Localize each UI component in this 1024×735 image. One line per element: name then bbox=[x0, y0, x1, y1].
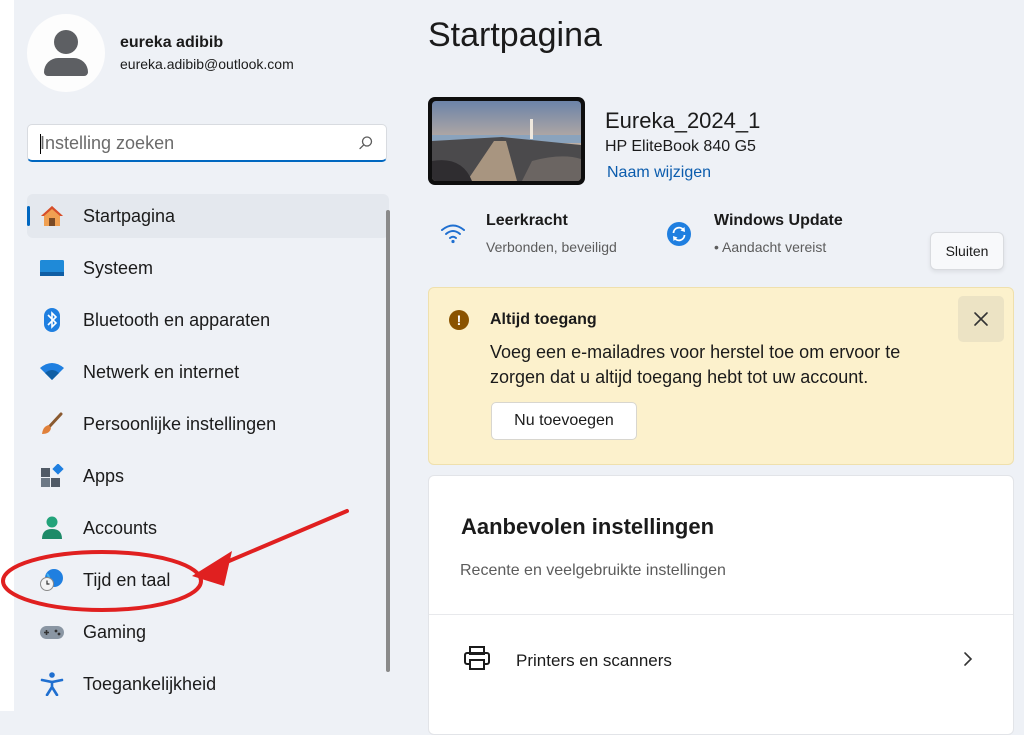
active-indicator bbox=[27, 206, 30, 226]
banner-close-button[interactable] bbox=[958, 296, 1004, 342]
wifi-status: Verbonden, beveiligd bbox=[486, 239, 617, 255]
banner-text: Voeg een e-mailadres voor herstel toe om… bbox=[490, 342, 901, 387]
warning-icon: ! bbox=[449, 310, 469, 330]
sidebar-item-apps[interactable]: Apps bbox=[27, 454, 389, 498]
gaming-icon bbox=[40, 626, 64, 639]
wallpaper-image bbox=[432, 101, 581, 181]
close-tooltip: Sluiten bbox=[930, 232, 1004, 270]
row-label: Printers en scanners bbox=[516, 651, 672, 670]
user-email: eureka.adibib@outlook.com bbox=[120, 56, 294, 72]
apps-icon bbox=[41, 464, 64, 487]
wifi-icon bbox=[441, 224, 465, 244]
sidebar-item-toegankelijkheid[interactable]: Toegankelijkheid bbox=[27, 662, 389, 706]
sidebar-item-gaming[interactable]: Gaming bbox=[27, 610, 389, 654]
bluetooth-icon bbox=[44, 308, 60, 332]
page-title: Startpagina bbox=[428, 16, 602, 54]
search-input[interactable] bbox=[40, 132, 340, 154]
recommended-subtitle: Recente en veelgebruikte instellingen bbox=[460, 562, 726, 579]
add-now-button[interactable]: Nu toevoegen bbox=[491, 402, 637, 440]
sidebar-item-label: Apps bbox=[83, 466, 125, 486]
sidebar-item-accounts[interactable]: Accounts bbox=[27, 506, 389, 550]
window-left-edge bbox=[0, 0, 14, 711]
device-thumbnail bbox=[428, 97, 585, 185]
sidebar-item-label: Systeem bbox=[83, 258, 154, 278]
sidebar-item-tijd-en-taal[interactable]: Tijd en taal bbox=[27, 558, 389, 602]
sidebar-item-bluetooth[interactable]: Bluetooth en apparaten bbox=[27, 298, 389, 342]
sidebar-item-startpagina[interactable]: Startpagina bbox=[27, 194, 389, 238]
accessibility-icon bbox=[40, 672, 64, 696]
device-name: Eureka_2024_1 bbox=[605, 108, 761, 133]
avatar-body-shape bbox=[44, 58, 88, 76]
close-icon bbox=[974, 312, 988, 326]
user-name: eureka adibib bbox=[120, 34, 224, 51]
text-caret bbox=[40, 134, 41, 154]
device-model: HP EliteBook 840 G5 bbox=[605, 138, 756, 155]
banner-title: Altijd toegang bbox=[490, 311, 597, 328]
sidebar-item-label: Netwerk en internet bbox=[83, 362, 240, 382]
sidebar-item-label: Accounts bbox=[83, 518, 158, 538]
rename-device-link[interactable]: Naam wijzigen bbox=[607, 164, 711, 182]
chevron-right-icon bbox=[964, 652, 973, 666]
sidebar-item-label: Tijd en taal bbox=[83, 570, 171, 590]
network-icon bbox=[40, 363, 64, 380]
account-access-banner: ! Altijd toegang Voeg een e-mailadres vo… bbox=[428, 287, 1014, 465]
sidebar-item-persoonlijke-instellingen[interactable]: Persoonlijke instellingen bbox=[27, 402, 389, 446]
avatar[interactable] bbox=[27, 14, 105, 92]
sidebar-item-label: Persoonlijke instellingen bbox=[83, 414, 277, 434]
sidebar-item-label: Gaming bbox=[83, 622, 147, 642]
windows-update-title[interactable]: Windows Update bbox=[714, 212, 843, 230]
search-icon[interactable] bbox=[358, 135, 374, 151]
sidebar-scrollbar[interactable] bbox=[386, 210, 390, 672]
search-box[interactable] bbox=[27, 124, 387, 162]
printer-icon bbox=[464, 646, 490, 670]
avatar-head-shape bbox=[54, 30, 78, 54]
home-icon bbox=[41, 206, 63, 226]
windows-update-status: • Aandacht vereist bbox=[714, 239, 827, 255]
brush-icon bbox=[42, 412, 63, 434]
wifi-network-name[interactable]: Leerkracht bbox=[486, 212, 568, 230]
sidebar-item-label: Bluetooth en apparaten bbox=[83, 310, 271, 330]
recommended-settings-card: Aanbevolen instellingen Recente en veelg… bbox=[428, 475, 1014, 735]
sidebar-item-netwerk[interactable]: Netwerk en internet bbox=[27, 350, 389, 394]
accounts-icon bbox=[42, 516, 62, 539]
sidebar-item-label: Startpagina bbox=[83, 206, 176, 226]
sidebar-item-label: Toegankelijkheid bbox=[83, 674, 217, 694]
printers-scanners-row[interactable]: Printers en scanners bbox=[429, 615, 1013, 705]
windows-update-icon bbox=[667, 222, 691, 246]
system-icon bbox=[40, 260, 64, 276]
recommended-title: Aanbevolen instellingen bbox=[461, 514, 715, 539]
time-language-icon bbox=[40, 569, 63, 591]
sidebar-item-systeem[interactable]: Systeem bbox=[27, 246, 389, 290]
